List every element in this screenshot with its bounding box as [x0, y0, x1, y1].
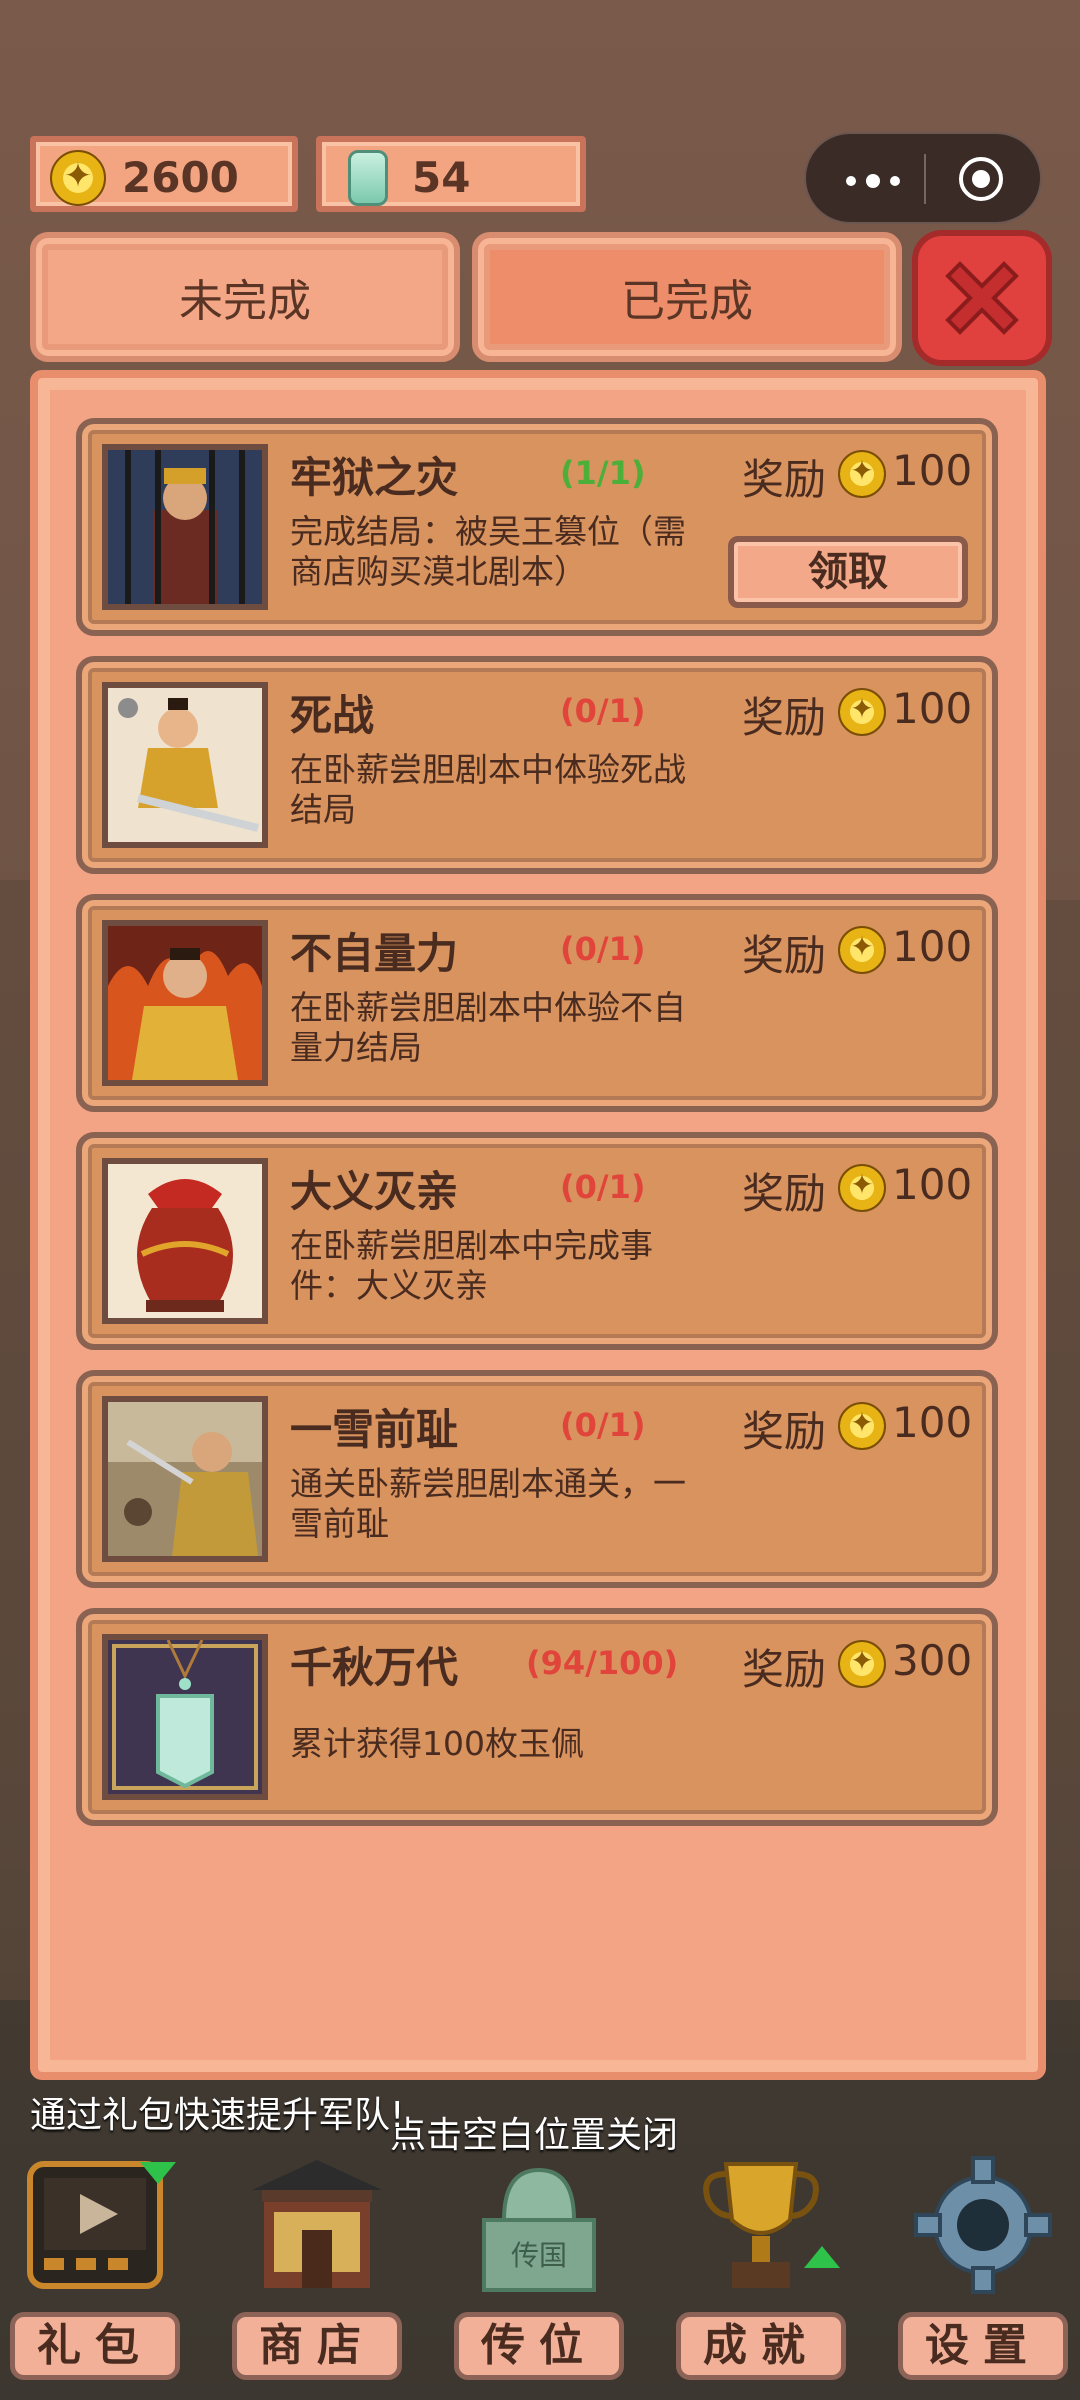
- achievement-title: 不自量力: [290, 929, 459, 978]
- gear-icon: [914, 2156, 1052, 2294]
- achievement-progress: (0/1): [560, 930, 646, 968]
- coin-icon: [838, 1164, 886, 1212]
- svg-text:传国: 传国: [511, 2239, 567, 2272]
- achievement-progress: (1/1): [560, 454, 646, 492]
- achievement-card: 千秋万代 (94/100) 累计获得100枚玉佩 奖励 300: [76, 1608, 998, 1826]
- nav-settings-label: 设置: [898, 2312, 1068, 2380]
- battle-general: [102, 1396, 268, 1562]
- achievement-title: 大义灭亲: [290, 1167, 459, 1216]
- nav-achievements-label: 成就: [676, 2312, 846, 2380]
- reward-amount: 100: [892, 1160, 973, 1209]
- achievement-title: 死战: [290, 691, 375, 740]
- reward-amount: 100: [892, 1398, 973, 1447]
- coin-amount: 2600: [122, 153, 239, 202]
- nav-shop[interactable]: 商店: [232, 2140, 402, 2395]
- achievement-title: 牢狱之灾: [290, 453, 459, 502]
- nav-abdicate[interactable]: 传国 传位: [454, 2140, 624, 2395]
- tab-completed[interactable]: 已完成: [472, 232, 902, 362]
- achievement-progress: (0/1): [560, 1168, 646, 1206]
- close-button[interactable]: [912, 230, 1052, 366]
- reward-label: 奖励: [742, 1645, 827, 1694]
- nav-achievements[interactable]: 成就: [676, 2140, 846, 2395]
- reward-label: 奖励: [742, 693, 827, 742]
- achievement-card: 不自量力 (0/1) 在卧薪尝胆剧本中体验不自量力结局 奖励 100: [76, 894, 998, 1112]
- promo-text: 通过礼包快速提升军队!: [30, 2095, 405, 2136]
- jade-seal-icon: 传国: [482, 2167, 596, 2292]
- jade-icon: [348, 150, 388, 206]
- achievement-desc: 累计获得100枚玉佩: [290, 1724, 584, 1763]
- jade-amount: 54: [412, 153, 471, 202]
- achievement-title: 千秋万代: [290, 1643, 459, 1692]
- achievement-progress: (0/1): [560, 1406, 646, 1444]
- coin-icon: [838, 688, 886, 736]
- coin-icon: [50, 150, 106, 206]
- arrow-down-icon: [140, 2162, 176, 2184]
- nav-settings[interactable]: 设置: [898, 2140, 1068, 2395]
- tab-incomplete-label: 未完成: [179, 276, 311, 327]
- warrior-portrait: [102, 682, 268, 848]
- more-menu-button[interactable]: [836, 154, 926, 204]
- close-icon: [945, 261, 1019, 335]
- prisoner-portrait: [102, 444, 268, 610]
- shop-icon: [252, 2160, 382, 2288]
- arrow-up-icon: [804, 2246, 840, 2268]
- achievement-card: 死战 (0/1) 在卧薪尝胆剧本中体验死战结局 奖励 100: [76, 656, 998, 874]
- jade-pendant: [102, 1634, 268, 1800]
- tab-incomplete[interactable]: 未完成: [30, 232, 460, 362]
- achievement-progress: (94/100): [526, 1644, 679, 1682]
- reward-amount: 100: [892, 684, 973, 733]
- achievement-progress: (0/1): [560, 692, 646, 730]
- jade-counter: 54: [316, 136, 586, 212]
- reward-amount: 300: [892, 1636, 973, 1685]
- nav-gift-label: 礼包: [10, 2312, 180, 2380]
- tab-completed-label: 已完成: [621, 276, 753, 327]
- achievement-desc: 通关卧薪尝胆剧本通关，一雪前耻: [290, 1464, 686, 1543]
- reward-amount: 100: [892, 446, 973, 495]
- coin-counter: 2600: [30, 136, 298, 212]
- reward-amount: 100: [892, 922, 973, 971]
- achievement-card: 牢狱之灾 (1/1) 完成结局：被吴王篡位（需商店购买漠北剧本） 奖励 100 …: [76, 418, 998, 636]
- achievement-desc: 在卧薪尝胆剧本中完成事件：大义灭亲: [290, 1226, 653, 1305]
- nav-shop-label: 商店: [232, 2312, 402, 2380]
- reward-label: 奖励: [742, 931, 827, 980]
- achievement-title: 一雪前耻: [290, 1405, 459, 1454]
- wine-jar: [102, 1158, 268, 1324]
- achievement-card: 一雪前耻 (0/1) 通关卧薪尝胆剧本通关，一雪前耻 奖励 100: [76, 1370, 998, 1588]
- reward-label: 奖励: [742, 1407, 827, 1456]
- nav-gift[interactable]: 礼包: [10, 2140, 180, 2395]
- reward-label: 奖励: [742, 1169, 827, 1218]
- reward-label: 奖励: [742, 455, 827, 504]
- achievement-card: 大义灭亲 (0/1) 在卧薪尝胆剧本中完成事件：大义灭亲 奖励 100: [76, 1132, 998, 1350]
- miniprogram-capsule: [804, 132, 1042, 224]
- trophy-icon: [703, 2162, 819, 2288]
- achievement-desc: 在卧薪尝胆剧本中体验不自量力结局: [290, 988, 686, 1067]
- achievement-desc: 在卧薪尝胆剧本中体验死战结局: [290, 750, 686, 829]
- nav-abdicate-label: 传位: [454, 2312, 624, 2380]
- coin-icon: [838, 1640, 886, 1688]
- coin-icon: [838, 1402, 886, 1450]
- achievement-desc: 完成结局：被吴王篡位（需商店购买漠北剧本）: [290, 512, 686, 591]
- close-miniprogram-icon[interactable]: [958, 156, 1004, 202]
- coin-icon: [838, 926, 886, 974]
- coin-icon: [838, 450, 886, 498]
- emperor-fire-portrait: [102, 920, 268, 1086]
- claim-button[interactable]: 领取: [728, 536, 968, 608]
